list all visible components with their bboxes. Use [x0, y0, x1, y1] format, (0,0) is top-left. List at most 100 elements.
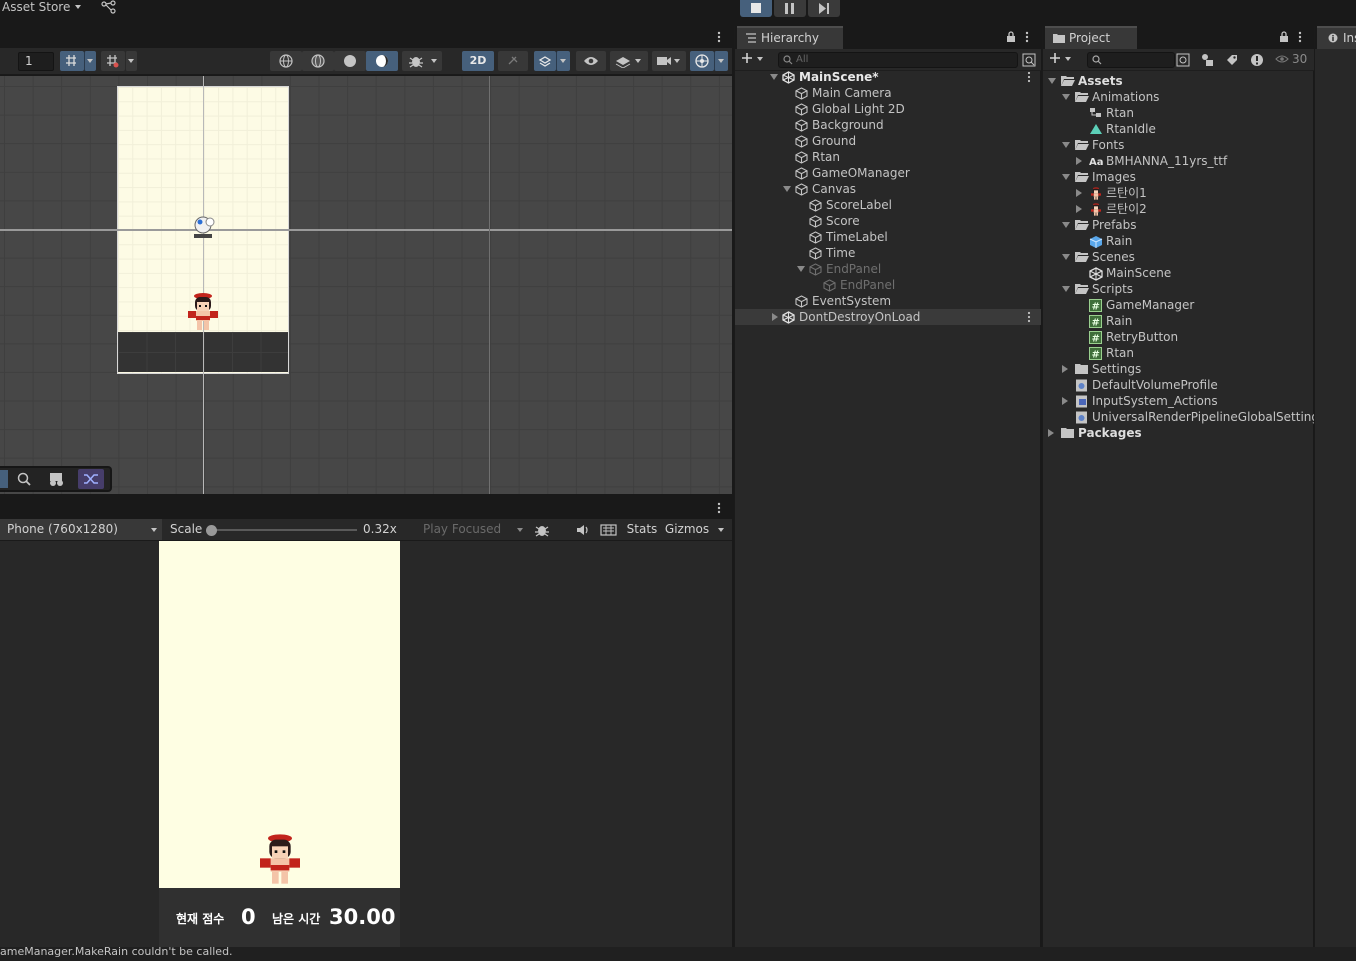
- more-options-icon[interactable]: [1024, 30, 1030, 44]
- view-tool-button[interactable]: [0, 470, 8, 488]
- project-tree-item[interactable]: # RetryButton: [1043, 329, 1314, 345]
- visibility-toggle-button[interactable]: [576, 51, 606, 71]
- hierarchy-item[interactable]: Canvas: [735, 181, 1041, 197]
- play-button[interactable]: [740, 0, 772, 17]
- gizmos-toggle-button[interactable]: [690, 51, 714, 71]
- fold-arrow-icon[interactable]: [797, 266, 805, 272]
- tab-inspector[interactable]: Ins: [1317, 26, 1356, 49]
- project-tree-item[interactable]: 르탄이1: [1043, 185, 1314, 201]
- status-bar[interactable]: ameManager.MakeRain couldn't be called.: [0, 947, 1356, 961]
- project-tree-item[interactable]: # GameManager: [1043, 297, 1314, 313]
- project-tree-item[interactable]: InputSystem_Actions: [1043, 393, 1314, 409]
- scene-viewport[interactable]: [0, 76, 732, 494]
- tab-project[interactable]: Project: [1045, 26, 1137, 49]
- asset-store-menu[interactable]: Asset Store: [2, 0, 70, 14]
- fold-arrow-icon[interactable]: [1062, 254, 1070, 260]
- draw-mode-shaded-wire-button[interactable]: [302, 51, 334, 71]
- project-tree-item[interactable]: # Rtan: [1043, 345, 1314, 361]
- layers-dropdown[interactable]: [610, 51, 648, 71]
- gizmos-dropdown[interactable]: [712, 519, 732, 540]
- hierarchy-item[interactable]: Background: [735, 117, 1041, 133]
- hierarchy-item[interactable]: TimeLabel: [735, 229, 1041, 245]
- more-options-icon[interactable]: [1026, 70, 1032, 84]
- 2d-mode-button[interactable]: 2D: [462, 51, 494, 71]
- tab-hierarchy[interactable]: Hierarchy: [737, 26, 843, 49]
- fold-arrow-icon[interactable]: [1076, 157, 1082, 165]
- step-button[interactable]: [808, 0, 840, 17]
- hierarchy-item[interactable]: EndPanel: [735, 277, 1041, 293]
- fold-arrow-icon[interactable]: [1062, 397, 1068, 405]
- project-tree-item[interactable]: Aa BMHANNA_11yrs_ttf: [1043, 153, 1314, 169]
- scale-slider[interactable]: [207, 529, 357, 531]
- fold-arrow-icon[interactable]: [770, 74, 778, 80]
- project-tree-item[interactable]: UniversalRenderPipelineGlobalSettings: [1043, 409, 1325, 425]
- version-control-icon[interactable]: [101, 0, 117, 14]
- draw-mode-unlit-button[interactable]: [366, 51, 398, 71]
- project-tree-item[interactable]: Packages: [1043, 425, 1314, 441]
- project-search-input[interactable]: [1087, 52, 1175, 68]
- project-tree-item[interactable]: DefaultVolumeProfile: [1043, 377, 1314, 393]
- bug-icon[interactable]: [534, 522, 550, 538]
- draw-mode-wireframe-button[interactable]: [270, 51, 302, 71]
- lighting-toggle-button[interactable]: [498, 51, 528, 71]
- mute-audio-icon[interactable]: [575, 522, 591, 538]
- hierarchy-item[interactable]: GameOManager: [735, 165, 1041, 181]
- project-tree-item[interactable]: Scripts: [1043, 281, 1314, 297]
- add-icon[interactable]: [741, 52, 753, 64]
- more-options-icon[interactable]: [1297, 30, 1303, 44]
- project-tree-item[interactable]: MainScene: [1043, 265, 1314, 281]
- hierarchy-item[interactable]: ScoreLabel: [735, 197, 1041, 213]
- shuffle-button[interactable]: [78, 469, 104, 489]
- effects-toggle-button[interactable]: [534, 51, 556, 71]
- fold-arrow-icon[interactable]: [1062, 222, 1070, 228]
- project-tree-item[interactable]: Rain: [1043, 233, 1314, 249]
- project-tree-item[interactable]: Animations: [1043, 89, 1314, 105]
- hierarchy-search-input[interactable]: All: [778, 52, 1018, 68]
- stats-button[interactable]: Stats: [622, 519, 662, 540]
- hierarchy-item[interactable]: Score: [735, 213, 1041, 229]
- draw-mode-shaded-button[interactable]: [334, 51, 366, 71]
- project-tree-item[interactable]: Settings: [1043, 361, 1314, 377]
- lock-icon[interactable]: [1006, 31, 1016, 42]
- fold-arrow-icon[interactable]: [1062, 142, 1070, 148]
- filter-type-icon[interactable]: [1200, 53, 1214, 67]
- tag-label-icon[interactable]: [1225, 53, 1239, 67]
- project-tree-item[interactable]: Scenes: [1043, 249, 1314, 265]
- increment-snapping-button[interactable]: [101, 51, 125, 71]
- resolution-dropdown[interactable]: Phone (760x1280): [0, 519, 162, 540]
- grid-snapping-dropdown[interactable]: [84, 51, 96, 71]
- fold-arrow-icon[interactable]: [1062, 94, 1070, 100]
- play-focus-dropdown[interactable]: Play Focused: [417, 519, 529, 540]
- chevron-down-icon[interactable]: [757, 57, 763, 61]
- scale-slider-thumb[interactable]: [206, 525, 217, 536]
- layer-field[interactable]: 1: [18, 52, 54, 71]
- game-screen[interactable]: [159, 541, 400, 947]
- hierarchy-ddol-row[interactable]: DontDestroyOnLoad: [735, 309, 1041, 325]
- more-options-icon[interactable]: [1026, 310, 1032, 324]
- fold-arrow-icon[interactable]: [1062, 174, 1070, 180]
- hierarchy-item[interactable]: Time: [735, 245, 1041, 261]
- project-tree-item[interactable]: 르탄이2: [1043, 201, 1314, 217]
- chevron-down-icon[interactable]: [75, 5, 81, 9]
- lock-icon[interactable]: [1279, 31, 1289, 42]
- hierarchy-item[interactable]: EventSystem: [735, 293, 1041, 309]
- pause-button[interactable]: [774, 0, 806, 17]
- increment-snapping-dropdown[interactable]: [125, 51, 137, 71]
- hierarchy-scene-row[interactable]: MainScene*: [735, 69, 1041, 85]
- scene-camera-icon[interactable]: [48, 471, 66, 487]
- warning-icon[interactable]: [1250, 53, 1264, 67]
- project-tree-item[interactable]: Fonts: [1043, 137, 1314, 153]
- search-scope-icon[interactable]: [1022, 53, 1036, 67]
- hierarchy-item[interactable]: Ground: [735, 133, 1041, 149]
- hidden-packages-icon[interactable]: [1275, 54, 1289, 64]
- grid-snapping-button[interactable]: [60, 51, 84, 71]
- fold-arrow-icon[interactable]: [772, 313, 778, 321]
- fold-arrow-icon[interactable]: [1076, 205, 1082, 213]
- search-scope-icon[interactable]: [1176, 53, 1190, 67]
- gizmos-dropdown[interactable]: [714, 51, 728, 71]
- more-options-icon[interactable]: [715, 30, 723, 44]
- rtan-sprite-icon[interactable]: [186, 292, 220, 334]
- debug-draw-mode-button[interactable]: [402, 51, 442, 71]
- project-tree-item[interactable]: Prefabs: [1043, 217, 1314, 233]
- hierarchy-item[interactable]: Global Light 2D: [735, 101, 1041, 117]
